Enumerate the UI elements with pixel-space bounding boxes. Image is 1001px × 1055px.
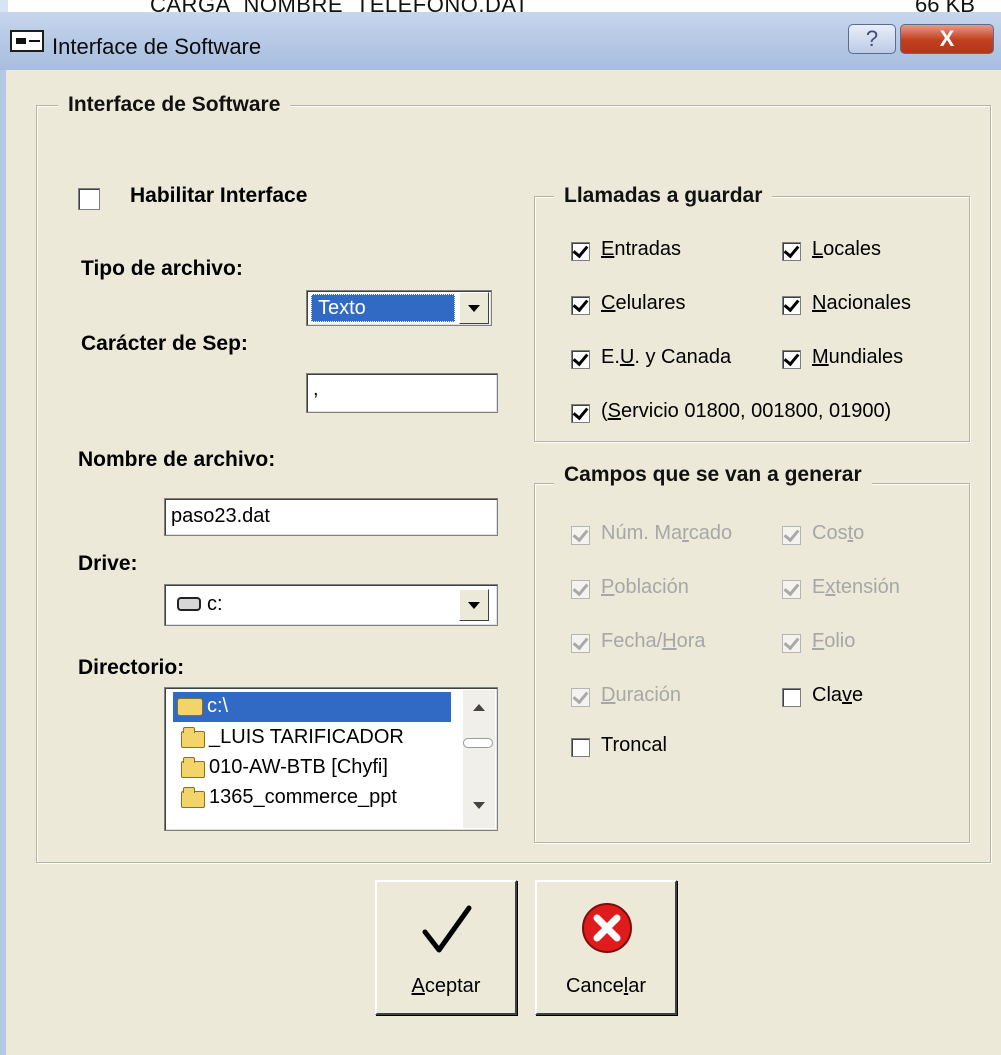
list-item[interactable]: 1365_commerce_ppt	[177, 784, 457, 812]
call-type-label[interactable]: Locales	[812, 238, 881, 261]
field-label: Extensión	[812, 576, 900, 598]
list-item-label: 010-AW-BTB [Chyfi]	[209, 756, 388, 778]
main-group-legend: Interface de Software	[58, 93, 291, 117]
call-type-label[interactable]: Nacionales	[812, 292, 911, 315]
field-checkbox	[571, 526, 590, 545]
folder-icon	[181, 727, 205, 748]
enable-interface-checkbox[interactable]	[78, 188, 100, 210]
directory-list[interactable]: c:\ _LUIS TARIFICADOR 010-AW-BTB [Chyfi]…	[164, 687, 498, 831]
field-label[interactable]: Clave	[812, 684, 863, 707]
checkmark-icon	[422, 905, 472, 953]
directory-label: Directorio:	[78, 656, 185, 679]
cancel-label: Cancelar	[565, 975, 647, 997]
fields-group-legend: Campos que se van a generar	[554, 463, 872, 487]
enable-interface-label: Habilitar Interface	[130, 184, 308, 207]
field-checkbox	[571, 688, 590, 707]
file-type-label: Tipo de archivo:	[81, 257, 243, 280]
call-type-checkbox[interactable]	[782, 350, 801, 369]
file-type-select[interactable]: Texto	[306, 290, 492, 326]
field-label: Población	[601, 576, 689, 598]
field-label[interactable]: Troncal	[601, 734, 667, 757]
help-button[interactable]: ?	[848, 24, 896, 54]
drive-icon	[177, 597, 201, 611]
scroll-down-icon[interactable]	[473, 802, 485, 809]
list-item[interactable]: _LUIS TARIFICADOR	[177, 724, 457, 752]
list-item-selected[interactable]: c:\	[173, 692, 451, 722]
field-checkbox	[782, 526, 801, 545]
scroll-up-icon[interactable]	[473, 704, 485, 711]
list-item-label: 1365_commerce_ppt	[209, 786, 397, 808]
field-label: Folio	[812, 630, 856, 652]
call-type-label[interactable]: Mundiales	[812, 346, 903, 369]
cancel-x-icon	[582, 903, 632, 953]
scrollbar-thumb[interactable]	[463, 738, 493, 748]
call-type-checkbox[interactable]	[782, 242, 801, 261]
call-type-checkbox[interactable]	[571, 296, 590, 315]
dialog-body: Interface de Software Habilitar Interfac…	[0, 70, 1001, 1055]
field-checkbox	[782, 580, 801, 599]
call-type-checkbox[interactable]	[571, 350, 590, 369]
list-item-label: _LUIS TARIFICADOR	[209, 726, 404, 748]
field-label: Costo	[812, 522, 865, 544]
drive-label: Drive:	[78, 552, 138, 575]
field-checkbox[interactable]	[571, 738, 590, 757]
window-icon	[10, 30, 44, 52]
call-type-checkbox[interactable]	[571, 404, 590, 423]
call-type-label[interactable]: (Servicio 01800, 001800, 01900)	[601, 400, 891, 423]
separator-value: ,	[313, 378, 319, 400]
calls-group-legend: Llamadas a guardar	[554, 184, 773, 208]
accept-button[interactable]: Aceptar	[375, 880, 517, 1015]
file-type-value: Texto	[318, 297, 366, 319]
drive-value: c:	[207, 593, 223, 615]
call-type-checkbox[interactable]	[571, 242, 590, 261]
field-label: Núm. Marcado	[601, 522, 733, 544]
cancel-button[interactable]: Cancelar	[535, 880, 677, 1015]
folder-icon	[181, 757, 205, 778]
folder-icon	[181, 787, 205, 808]
call-type-label[interactable]: E.U. y Canada	[601, 346, 731, 369]
field-label: Fecha/Hora	[601, 630, 706, 652]
chevron-down-icon	[468, 601, 480, 609]
file-name-label: Nombre de archivo:	[78, 448, 276, 471]
drive-select[interactable]: c:	[164, 584, 498, 626]
title-bar[interactable]: Interface de Software ? X	[0, 12, 1001, 71]
file-type-dropdown-arrow[interactable]	[459, 292, 489, 324]
window-title: Interface de Software	[52, 34, 262, 59]
list-item[interactable]: 010-AW-BTB [Chyfi]	[177, 754, 457, 782]
call-type-label[interactable]: Entradas	[601, 238, 681, 261]
open-folder-icon	[177, 698, 203, 716]
file-name-input[interactable]: paso23.dat	[164, 498, 498, 536]
accept-label: Aceptar	[411, 975, 481, 997]
fields-group-box	[534, 483, 970, 843]
separator-label: Carácter de Sep:	[81, 332, 248, 355]
field-checkbox	[571, 634, 590, 653]
separator-input[interactable]: ,	[306, 373, 498, 413]
drive-dropdown-arrow[interactable]	[459, 589, 489, 621]
file-name-value: paso23.dat	[171, 505, 270, 527]
call-type-label[interactable]: Celulares	[601, 292, 686, 315]
call-type-checkbox[interactable]	[782, 296, 801, 315]
field-checkbox	[571, 580, 590, 599]
field-label: Duración	[601, 684, 682, 706]
directory-scrollbar[interactable]	[463, 690, 495, 828]
field-checkbox[interactable]	[782, 688, 801, 707]
close-button[interactable]: X	[900, 24, 994, 54]
list-item-label: c:\	[207, 695, 229, 717]
chevron-down-icon	[468, 304, 480, 312]
field-checkbox	[782, 634, 801, 653]
